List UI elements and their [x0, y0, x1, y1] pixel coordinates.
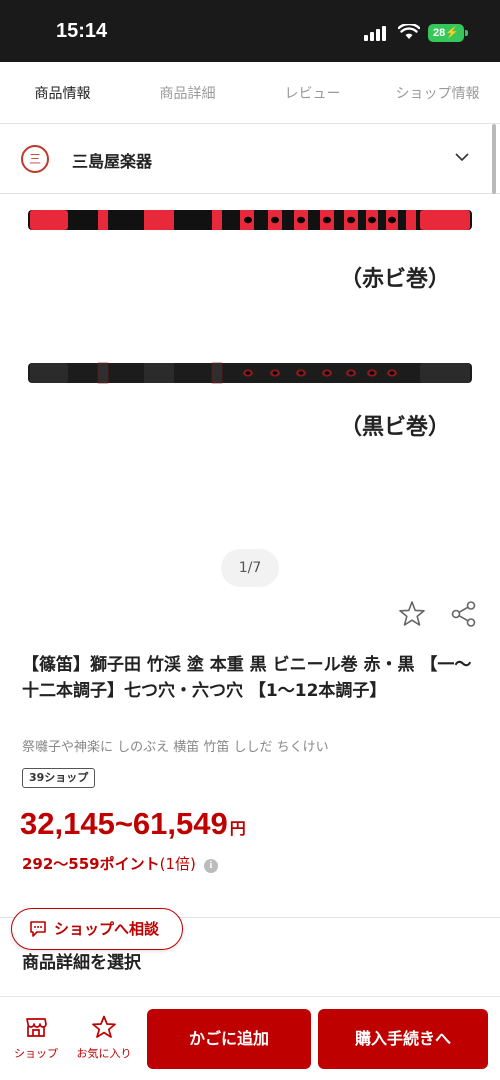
flute-red-image [28, 210, 472, 230]
favorite-star-icon [92, 1015, 116, 1038]
shop-name: 三島屋楽器 [72, 152, 153, 171]
consult-label: ショップへ相談 [54, 920, 160, 938]
tab-product-detail[interactable]: 商品詳細 [125, 62, 250, 123]
battery-level: 28 [433, 27, 446, 39]
favorite-label: お気に入り [76, 1047, 132, 1060]
tab-review[interactable]: レビュー [250, 62, 375, 123]
caption-black-vinyl: （黒ビ巻） [340, 414, 451, 440]
add-to-cart-button[interactable]: かごに追加 [147, 1009, 311, 1069]
flute-black-image [28, 362, 472, 384]
product-image-gallery[interactable]: （赤ビ巻） （黒ビ巻） 1/7 [0, 195, 500, 595]
image-pager: 1/7 [221, 549, 279, 587]
shop-nav-button[interactable]: ショップ [6, 1011, 66, 1061]
star-icon[interactable] [398, 600, 426, 628]
product-keywords: 祭囃子や神楽に しのぶえ 横笛 竹笛 ししだ ちくけい [22, 740, 329, 755]
price: 32,145~61,549 円 [20, 806, 246, 842]
tab-product-info[interactable]: 商品情報 [0, 62, 125, 123]
checkout-button[interactable]: 購入手続きへ [318, 1009, 488, 1069]
tab-shop-info[interactable]: ショップ情報 [375, 62, 500, 123]
price-value: 32,145~61,549 [20, 806, 228, 841]
favorite-button[interactable]: お気に入り [74, 1011, 134, 1061]
store-icon [26, 1018, 47, 1037]
points: 292〜559ポイント(1倍) i [22, 853, 218, 874]
share-icon[interactable] [450, 600, 478, 628]
shop-logo: 三 [21, 145, 49, 173]
chat-icon [30, 921, 46, 937]
signal-icon [364, 25, 390, 41]
product-title: 【篠笛】獅子田 竹渓 塗 本重 黒 ビニール巻 赤・黒 【一〜十二本調子】七つ穴… [22, 655, 472, 701]
scrollbar[interactable] [492, 124, 496, 194]
battery-indicator: 28⚡ [428, 24, 464, 42]
status-time: 15:14 [56, 20, 108, 42]
points-multiplier: (1倍) [159, 855, 196, 873]
consult-shop-button[interactable]: ショップへ相談 [11, 908, 183, 950]
battery-tip [465, 30, 468, 36]
chevron-down-icon [455, 153, 469, 162]
price-unit: 円 [229, 821, 246, 838]
bottom-bar: ショップ お気に入り かごに追加 購入手続きへ [0, 996, 500, 1080]
wifi-icon [398, 24, 420, 39]
tab-bar: 商品情報 商品詳細 レビュー ショップ情報 [0, 62, 500, 124]
shop-row[interactable]: 三 三島屋楽器 [0, 124, 500, 194]
info-icon[interactable]: i [203, 859, 218, 873]
status-bar: 15:14 28⚡ [0, 0, 500, 62]
caption-red-vinyl: （赤ビ巻） [340, 266, 451, 292]
select-detail-heading: 商品詳細を選択 [22, 953, 141, 973]
shop-nav-label: ショップ [14, 1047, 58, 1060]
points-value: 292〜559ポイント [22, 855, 160, 873]
shop-count-badge[interactable]: 39ショップ [22, 768, 96, 788]
